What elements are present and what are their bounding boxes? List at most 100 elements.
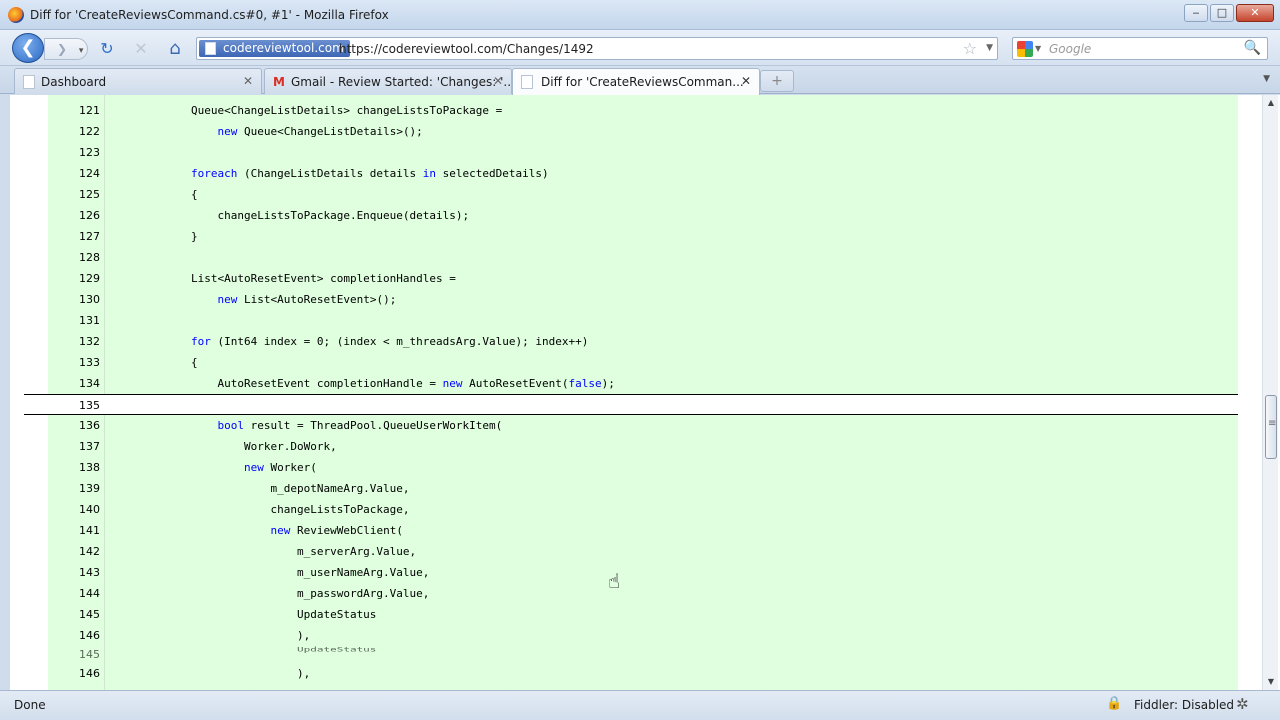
search-input[interactable]: Google bbox=[1049, 42, 1091, 56]
code-fragment: m_passwordArg.Value, bbox=[191, 587, 430, 600]
tab-label: Diff for 'CreateReviewsComman... bbox=[541, 75, 744, 89]
keyword: new bbox=[217, 293, 238, 306]
line-number: 145 bbox=[79, 608, 100, 621]
stop-button[interactable]: ✕ bbox=[130, 38, 152, 60]
code-fragment: ); bbox=[601, 377, 615, 390]
code-text: new Queue<ChangeListDetails>(); bbox=[191, 121, 423, 142]
diff-line: 140 changeListsToPackage, bbox=[48, 499, 1238, 520]
line-number: 122 bbox=[79, 125, 100, 138]
tab-label: Dashboard bbox=[41, 75, 107, 89]
forward-dropdown-icon[interactable]: ▾ bbox=[79, 46, 84, 56]
google-icon[interactable] bbox=[1017, 41, 1033, 57]
gear-icon[interactable]: ✲ bbox=[1236, 695, 1249, 713]
code-text: UpdateStatus bbox=[191, 644, 376, 656]
diff-line: 122 new Queue<ChangeListDetails>(); bbox=[48, 121, 1238, 142]
diff-line: 133 { bbox=[48, 352, 1238, 373]
vertical-scrollbar[interactable]: ▲ ▼ bbox=[1262, 95, 1278, 690]
tab-diff[interactable]: Diff for 'CreateReviewsComman... ✕ bbox=[512, 68, 760, 95]
code-fragment: (ChangeListDetails details bbox=[237, 167, 423, 180]
code-fragment: result = ThreadPool.QueueUserWorkItem( bbox=[244, 419, 503, 432]
code-text: m_passwordArg.Value, bbox=[191, 583, 429, 604]
code-fragment: { bbox=[191, 188, 198, 201]
line-number: 144 bbox=[79, 587, 100, 600]
code-fragment: Worker( bbox=[263, 461, 317, 474]
page-content: 121 Queue<ChangeListDetails> changeListsT… bbox=[0, 95, 1280, 690]
code-fragment: m_depotNameArg.Value, bbox=[191, 482, 410, 495]
minimize-button[interactable]: ‒ bbox=[1184, 4, 1208, 22]
tab-close-icon[interactable]: ✕ bbox=[493, 74, 503, 88]
code-fragment: UpdateStatus bbox=[191, 646, 377, 654]
code-fragment: changeListsToPackage.Enqueue(details); bbox=[191, 209, 470, 222]
code-fragment: } bbox=[191, 230, 198, 243]
tab-close-icon[interactable]: ✕ bbox=[243, 74, 253, 88]
search-bar[interactable]: ▼ Google 🔍 bbox=[1012, 37, 1268, 60]
site-identity-button[interactable]: codereviewtool.com bbox=[199, 40, 350, 57]
code-fragment: UpdateStatus bbox=[191, 608, 377, 621]
status-text: Done bbox=[14, 698, 46, 712]
code-fragment: ReviewWebClient( bbox=[290, 524, 403, 537]
code-fragment: ), bbox=[191, 629, 311, 642]
diff-line: 141 new ReviewWebClient( bbox=[48, 520, 1238, 541]
code-fragment: List<AutoResetEvent>(); bbox=[237, 293, 397, 306]
diff-line: 138 new Worker( bbox=[48, 457, 1238, 478]
line-number: 130 bbox=[79, 293, 100, 306]
code-fragment: List<AutoResetEvent> completionHandles = bbox=[191, 272, 456, 285]
home-button[interactable]: ⌂ bbox=[164, 38, 186, 60]
diff-line: 129 List<AutoResetEvent> completionHandle… bbox=[48, 268, 1238, 289]
code-text: UpdateStatus bbox=[191, 604, 376, 625]
diff-line: 145 UpdateStatus bbox=[48, 604, 1238, 625]
code-fragment: Queue<ChangeListDetails>(); bbox=[237, 125, 423, 138]
scroll-thumb[interactable] bbox=[1265, 395, 1277, 459]
forward-button[interactable]: ❯ ▾ bbox=[44, 38, 88, 60]
close-window-button[interactable]: ✕ bbox=[1236, 4, 1274, 22]
tab-gmail[interactable]: M Gmail - Review Started: 'Changes: '...… bbox=[264, 68, 515, 94]
line-number: 138 bbox=[79, 461, 100, 474]
line-number: 125 bbox=[79, 188, 100, 201]
line-number: 128 bbox=[79, 251, 100, 264]
hand-cursor-icon: ☝ bbox=[608, 569, 621, 593]
reload-button[interactable]: ↻ bbox=[96, 38, 118, 60]
window-title: Diff for 'CreateReviewsCommand.cs#0, #1'… bbox=[30, 8, 389, 22]
code-text: foreach (ChangeListDetails details in se… bbox=[191, 163, 549, 184]
scroll-up-icon[interactable]: ▲ bbox=[1263, 95, 1279, 111]
status-bar: Done 🔒 Fiddler: Disabled ✲ bbox=[0, 690, 1280, 720]
title-bar: Diff for 'CreateReviewsCommand.cs#0, #1'… bbox=[0, 0, 1280, 30]
code-fragment: (Int64 index = 0; (index < m_threadsArg.… bbox=[210, 335, 589, 348]
url-dropdown-icon[interactable]: ▼ bbox=[986, 43, 993, 53]
search-engine-dropdown-icon[interactable]: ▼ bbox=[1035, 44, 1041, 53]
tab-close-icon[interactable]: ✕ bbox=[741, 74, 751, 88]
url-text[interactable]: https://codereviewtool.com/Changes/1492 bbox=[339, 42, 594, 56]
code-text: { bbox=[191, 184, 198, 205]
keyword: new bbox=[442, 377, 463, 390]
code-text: changeListsToPackage, bbox=[191, 499, 409, 520]
scroll-down-icon[interactable]: ▼ bbox=[1263, 674, 1279, 690]
diff-line: 139 m_depotNameArg.Value, bbox=[48, 478, 1238, 499]
firefox-icon[interactable] bbox=[8, 7, 24, 23]
diff-line: 126 changeListsToPackage.Enqueue(details… bbox=[48, 205, 1238, 226]
code-text: for (Int64 index = 0; (index < m_threads… bbox=[191, 331, 588, 352]
new-tab-button[interactable]: + bbox=[760, 70, 794, 92]
code-text: changeListsToPackage.Enqueue(details); bbox=[191, 205, 469, 226]
back-button[interactable]: ❮ bbox=[12, 33, 44, 63]
code-text: Queue<ChangeListDetails> changeListsToPa… bbox=[191, 100, 502, 121]
diff-line: 137 Worker.DoWork, bbox=[48, 436, 1238, 457]
line-number: 140 bbox=[79, 503, 100, 516]
search-icon[interactable]: 🔍 bbox=[1244, 40, 1261, 56]
line-number: 141 bbox=[79, 524, 100, 537]
maximize-button[interactable]: □ bbox=[1210, 4, 1234, 22]
url-bar[interactable]: codereviewtool.com https://codereviewtoo… bbox=[196, 37, 998, 60]
fiddler-status[interactable]: Fiddler: Disabled bbox=[1134, 698, 1234, 712]
diff-line: 121 Queue<ChangeListDetails> changeListsT… bbox=[48, 100, 1238, 121]
tab-list-dropdown-icon[interactable]: ▼ bbox=[1263, 74, 1270, 84]
line-number: 135 bbox=[79, 399, 100, 412]
code-fragment: m_serverArg.Value, bbox=[191, 545, 417, 558]
bookmark-star-icon[interactable]: ☆ bbox=[963, 39, 977, 58]
diff-line: 135 bbox=[24, 394, 1238, 415]
lock-icon[interactable]: 🔒 bbox=[1106, 696, 1122, 711]
line-number: 127 bbox=[79, 230, 100, 243]
code-fragment: AutoResetEvent completionHandle = bbox=[191, 377, 443, 390]
gmail-icon: M bbox=[273, 75, 285, 89]
line-number: 146 bbox=[79, 629, 100, 642]
tab-dashboard[interactable]: Dashboard ✕ bbox=[14, 68, 262, 94]
